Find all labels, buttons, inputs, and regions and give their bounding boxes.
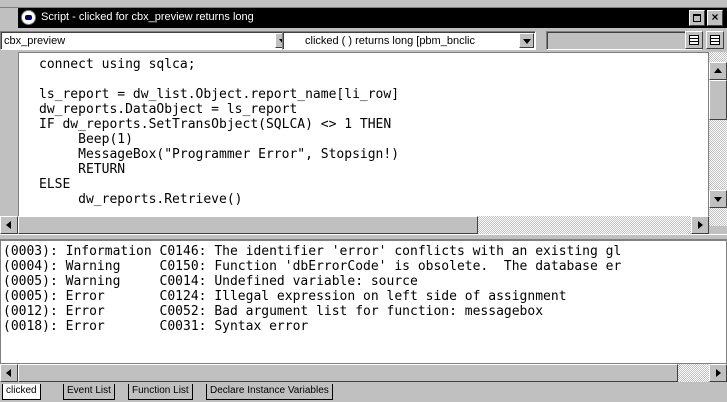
list-icon (689, 35, 699, 45)
tab-event-list[interactable]: Event List (63, 384, 115, 400)
window-title: Script - clicked for cbx_preview returns… (41, 11, 254, 23)
message-line[interactable]: (0018): Error C0031: Syntax error (3, 319, 308, 334)
grid-icon (710, 35, 720, 45)
scroll-thumb[interactable] (18, 216, 478, 234)
event-select[interactable]: clicked ( ) returns long [pbm_bnclic (282, 31, 536, 50)
scroll-thumb[interactable] (18, 364, 678, 382)
title-bar[interactable]: Script - clicked for cbx_preview returns… (18, 8, 727, 28)
script-code[interactable]: connect using sqlca; ls_report = dw_list… (39, 57, 399, 207)
tab-function-list[interactable]: Function List (128, 384, 193, 400)
object-select[interactable]: cbx_preview (0, 31, 292, 50)
editor-horizontal-scrollbar[interactable] (0, 216, 709, 234)
scroll-down-arrow-icon[interactable] (709, 190, 727, 208)
script-toolbar: cbx_preview clicked ( ) returns long [pb… (0, 28, 727, 52)
restore-button[interactable] (689, 10, 705, 26)
scroll-right-arrow-icon[interactable] (709, 364, 727, 382)
close-icon: × (711, 10, 719, 24)
message-line[interactable]: (0005): Error C0124: Illegal expression … (3, 289, 567, 304)
message-line[interactable]: (0012): Error C0052: Bad argument list f… (3, 304, 543, 319)
script-tabs: clicked Event List Function List Declare… (0, 384, 727, 402)
message-line[interactable]: (0004): Warning C0150: Function 'dbError… (3, 259, 621, 274)
close-button[interactable]: × (707, 10, 723, 26)
scroll-thumb[interactable] (709, 80, 727, 120)
code-editor[interactable]: connect using sqlca; ls_report = dw_list… (18, 52, 709, 226)
event-select-value: clicked ( ) returns long [pbm_bnclic (305, 35, 475, 47)
properties-button[interactable] (685, 31, 703, 49)
restore-icon (693, 14, 701, 22)
ancestor-select[interactable] (546, 31, 702, 50)
compiler-messages[interactable]: (0003): Information C0146: The identifie… (0, 240, 727, 364)
tab-clicked[interactable]: clicked (2, 384, 41, 400)
messages-horizontal-scrollbar[interactable] (0, 364, 727, 382)
scroll-left-arrow-icon[interactable] (0, 364, 18, 382)
editor-vertical-scrollbar[interactable] (709, 52, 727, 226)
script-window: Script - clicked for cbx_preview returns… (0, 0, 727, 402)
chevron-down-icon[interactable] (519, 33, 534, 48)
layout-button[interactable] (706, 31, 724, 49)
script-icon (21, 10, 36, 25)
message-line[interactable]: (0005): Warning C0014: Undefined variabl… (3, 274, 418, 289)
tab-declare-instance-variables[interactable]: Declare Instance Variables (206, 384, 333, 400)
scroll-right-arrow-icon[interactable] (691, 216, 709, 234)
scroll-up-arrow-icon[interactable] (709, 62, 727, 80)
object-select-value: cbx_preview (4, 35, 66, 47)
message-line[interactable]: (0003): Information C0146: The identifie… (3, 244, 621, 259)
message-list: (0003): Information C0146: The identifie… (3, 244, 621, 334)
scroll-left-arrow-icon[interactable] (0, 216, 18, 234)
top-edge (0, 0, 727, 8)
